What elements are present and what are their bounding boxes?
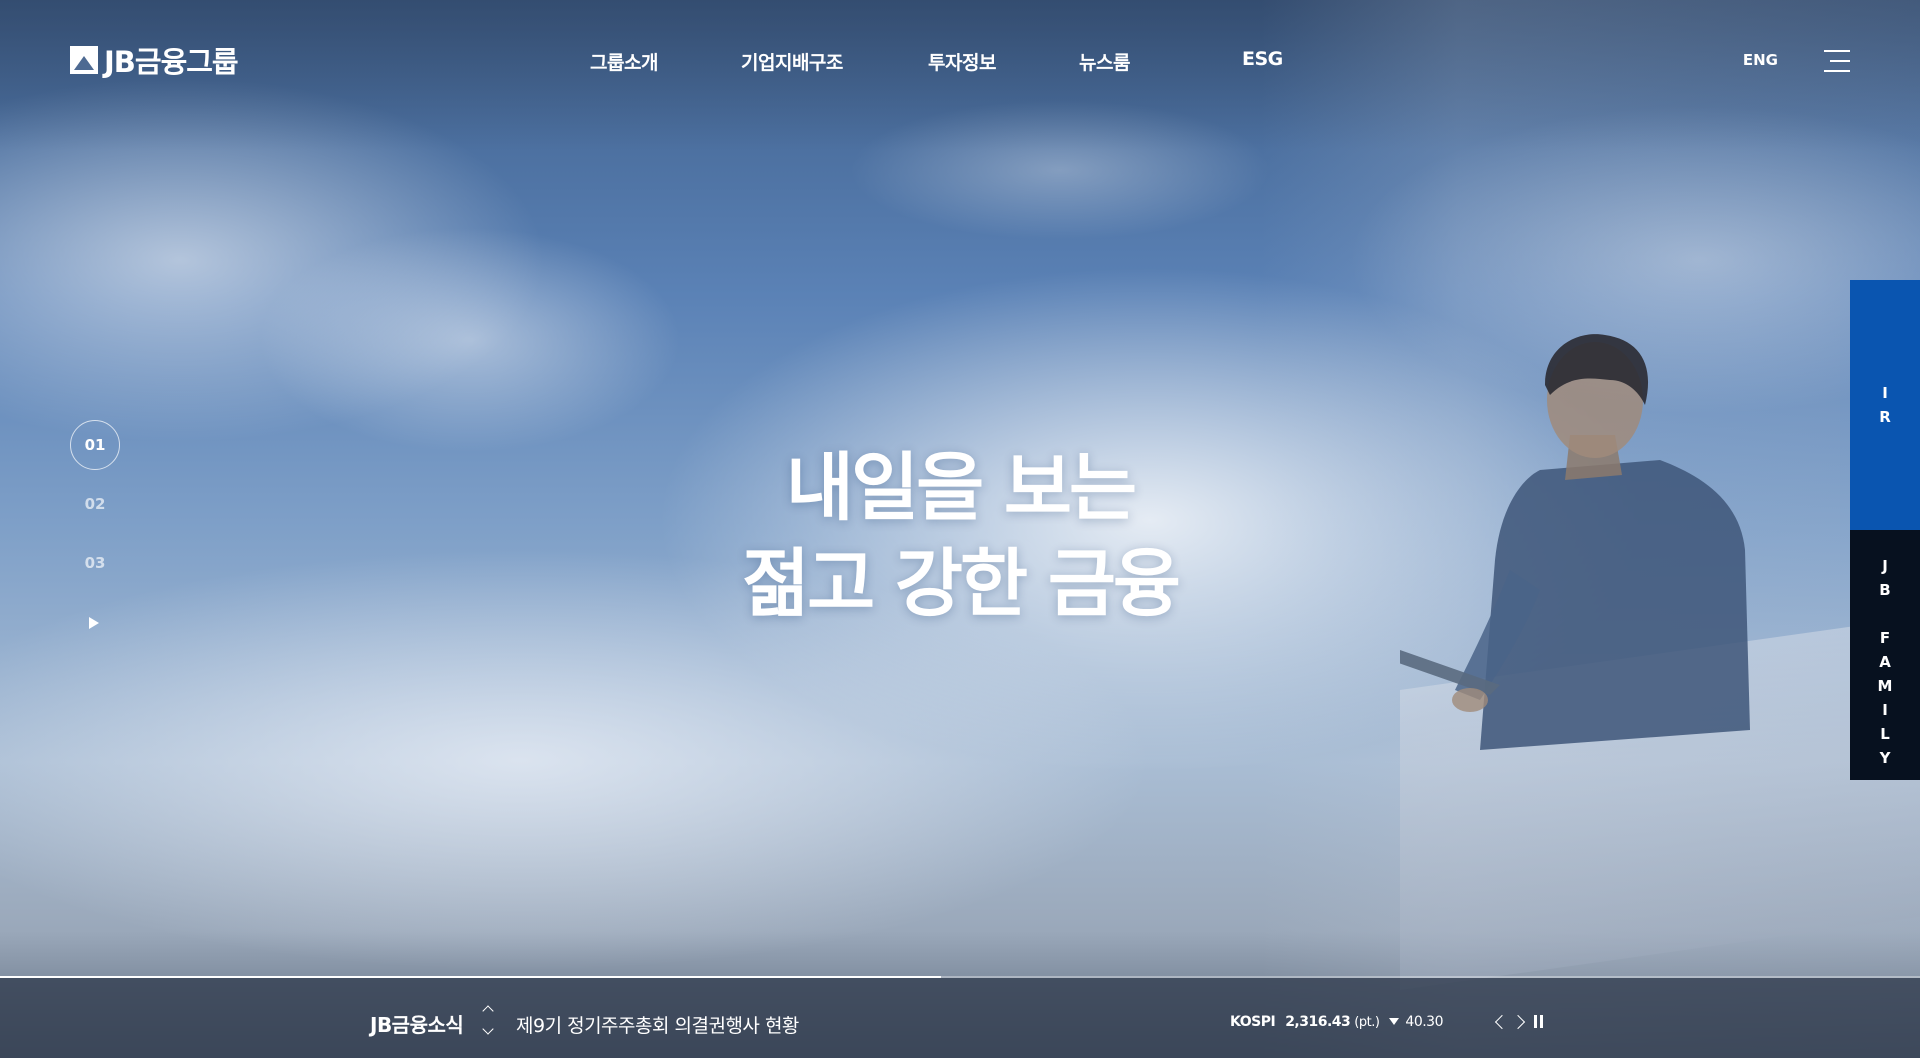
slide-dot-1[interactable]: 01 [70,420,120,470]
nav-item-group-intro[interactable]: 그룹소개 [590,48,658,75]
slide-dot-3[interactable]: 03 [70,538,120,588]
chevron-down-icon[interactable] [482,1023,494,1035]
pause-icon[interactable] [1531,1013,1547,1031]
hero-headline: 내일을 보는 젊고 강한 금융 [560,440,1360,632]
site-header: JB금융그룹 그룹소개 기업지배구조 투자정보 뉴스룸 ESG ENG [0,0,1920,120]
lang-switch[interactable]: ENG [1743,51,1778,69]
news-headline-link[interactable]: 제9기 정기주주총회 의결권행사 현황 [516,1011,799,1038]
news-ticker-bar [0,978,1920,1058]
chevron-right-icon[interactable] [1513,1013,1529,1031]
play-icon[interactable] [89,617,99,629]
stock-index-label: KOSPI [1230,1014,1276,1030]
stock-unit: (pt.) [1354,1015,1380,1030]
stock-index-value: 2,316.43 [1285,1014,1351,1030]
nav-item-governance[interactable]: 기업지배구조 [741,48,843,75]
side-tab-ir[interactable]: I R [1850,280,1920,530]
hero-line-2: 젊고 강한 금융 [741,541,1181,627]
man-with-tablet-image [1400,334,1750,750]
stock-ticker: KOSPI 2,316.43 (pt.) 40.30 [1230,1014,1443,1030]
nav-item-investment[interactable]: 투자정보 [928,48,996,75]
chevron-left-icon[interactable] [1493,1013,1509,1031]
hamburger-menu-icon[interactable] [1824,50,1850,72]
main-nav: 그룹소개 기업지배구조 투자정보 뉴스룸 ESG [0,48,1920,76]
side-tab-ir-label: I R [1879,384,1891,426]
nav-item-esg[interactable]: ESG [1242,48,1283,70]
stock-change: 40.30 [1405,1014,1443,1030]
side-tab-jb-family[interactable]: J B F A M I L Y [1850,530,1920,780]
side-tab-family-label: J B F A M I L Y [1877,557,1893,767]
news-updown-control[interactable] [480,1003,496,1039]
hero-line-1: 내일을 보는 [785,445,1137,531]
news-section-title: JB금융소식 [370,1013,464,1037]
slide-dot-2[interactable]: 02 [70,479,120,529]
nav-item-newsroom[interactable]: 뉴스룸 [1079,48,1130,75]
down-arrow-icon [1389,1018,1400,1025]
chevron-up-icon[interactable] [482,1005,494,1017]
